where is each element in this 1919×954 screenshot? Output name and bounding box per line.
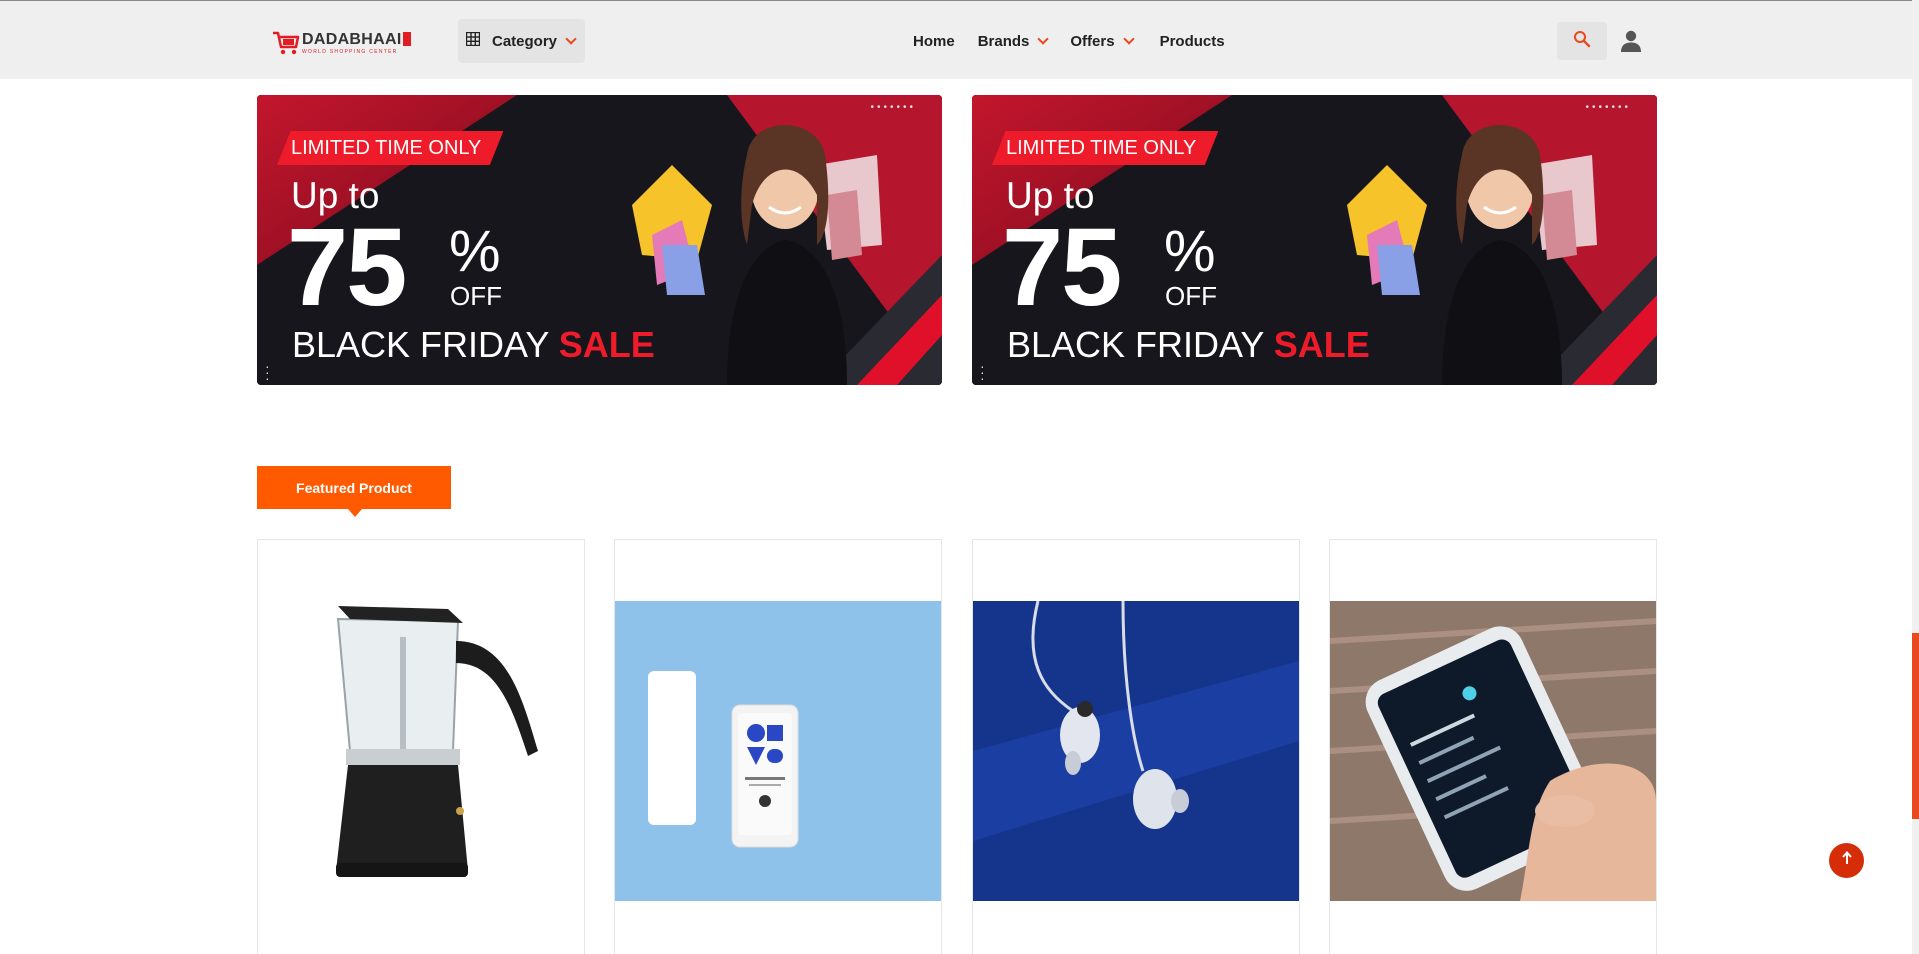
nav-home-label: Home: [913, 32, 955, 50]
page: DADABHAAI WORLD SHOPPING CENTER Category…: [0, 0, 1919, 954]
grid-icon: [465, 31, 481, 51]
handheld-player-image: [1330, 601, 1656, 901]
product-card[interactable]: [257, 539, 585, 954]
banner-percent: %: [449, 219, 501, 284]
chevron-down-icon: [1037, 32, 1050, 45]
nav-offers[interactable]: Offers: [1070, 32, 1135, 50]
featured-product-label: Featured Product: [296, 479, 412, 496]
banner-vertical-dots: · · ·: [980, 358, 985, 385]
clear-earphones-image: [973, 601, 1299, 901]
search-icon: [1573, 30, 1591, 53]
nav-home[interactable]: Home: [913, 33, 955, 50]
account-button[interactable]: [1619, 29, 1643, 53]
nav-brands-label: Brands: [977, 32, 1030, 50]
cart-logo-icon: [272, 30, 300, 56]
nav-products[interactable]: Products: [1160, 33, 1225, 50]
chevron-down-icon: [565, 32, 577, 45]
arrow-up-icon: [1841, 850, 1853, 870]
logo-wordmark: DADABHAAI: [302, 30, 402, 48]
nav-products-label: Products: [1159, 32, 1225, 50]
product-card[interactable]: [614, 539, 942, 954]
scroll-to-top-button[interactable]: [1829, 843, 1864, 878]
scrollbar-thumb[interactable]: [1912, 633, 1919, 819]
music-player-white-image: [615, 601, 941, 901]
banner-tag: LIMITED TIME ONLY: [277, 131, 504, 165]
site-logo[interactable]: DADABHAAI WORLD SHOPPING CENTER: [272, 29, 411, 57]
nav-brands[interactable]: Brands: [977, 32, 1050, 50]
promo-banner-1[interactable]: ••••••• LIMITED TIME ONLY Up to 75 % OFF…: [257, 95, 942, 385]
banner-title-sale: SALE: [558, 324, 655, 365]
banner-dots: •••••••: [1585, 102, 1631, 113]
category-dropdown-button[interactable]: Category: [458, 19, 585, 63]
promo-banner-2[interactable]: ••••••• LIMITED TIME ONLY Up to 75 % OFF…: [972, 95, 1657, 385]
main-nav: Home Brands Offers Products: [913, 31, 1225, 51]
featured-product-tab[interactable]: Featured Product: [257, 466, 451, 517]
banner-title-white: BLACK FRIDAY: [1007, 324, 1264, 365]
banner-tag: LIMITED TIME ONLY: [992, 131, 1219, 165]
banner-title-white: BLACK FRIDAY: [292, 324, 549, 365]
moka-pot-image: [258, 601, 584, 901]
banner-title: BLACK FRIDAY SALE: [1007, 325, 1370, 365]
logo-tagline: WORLD SHOPPING CENTER: [302, 48, 398, 55]
search-button[interactable]: [1557, 22, 1607, 60]
site-header: DADABHAAI WORLD SHOPPING CENTER Category…: [0, 0, 1912, 79]
nav-offers-label: Offers: [1070, 32, 1115, 50]
banner-dots: •••••••: [870, 102, 916, 113]
banner-discount-number: 75: [287, 206, 407, 329]
banner-off: OFF: [450, 281, 502, 311]
banner-title-sale: SALE: [1273, 324, 1370, 365]
chevron-down-icon: [1122, 32, 1135, 45]
banner-percent: %: [1164, 219, 1216, 284]
category-label: Category: [492, 32, 558, 50]
product-card[interactable]: [1329, 539, 1657, 954]
banner-off: OFF: [1165, 281, 1217, 311]
banner-discount-number: 75: [1002, 206, 1122, 329]
product-card[interactable]: [972, 539, 1300, 954]
user-icon: [1619, 30, 1643, 57]
banner-title: BLACK FRIDAY SALE: [292, 325, 655, 365]
banner-vertical-dots: · · ·: [265, 358, 270, 385]
